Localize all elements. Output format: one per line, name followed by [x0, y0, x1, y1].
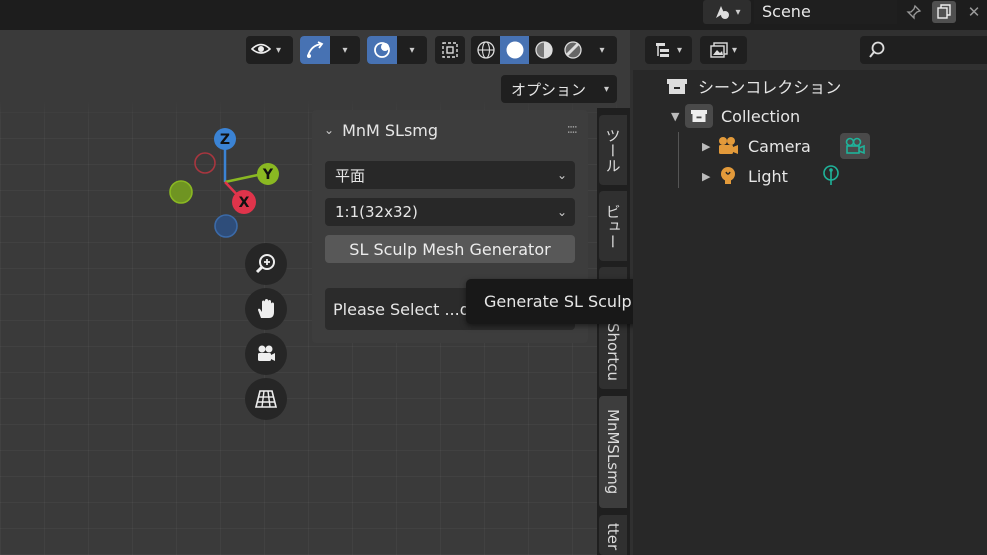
tab-mnmslsmg[interactable]: MnMSLsmg [599, 396, 627, 508]
rendered-sphere-icon [563, 41, 582, 59]
scene-name-field[interactable]: Scene [754, 0, 897, 24]
panel-header[interactable]: ⌄ MnM SLsmg [312, 110, 588, 150]
shape-type-value: 平面 [335, 166, 366, 185]
xray-icon [435, 36, 465, 64]
gizmo-toggle-button[interactable] [300, 36, 330, 64]
camera-object-icon [719, 137, 738, 154]
negative-y-axis-dot[interactable] [169, 180, 193, 204]
tab-item-label: tter [604, 523, 622, 551]
filter-image-icon [710, 42, 728, 58]
negative-x-axis-dot[interactable] [194, 152, 216, 174]
generate-mesh-button[interactable]: SL Sculp Mesh Generator [325, 235, 575, 263]
solid-sphere-icon [506, 41, 523, 59]
collection-row[interactable]: ▼ Collection [671, 102, 800, 130]
tab-shortcuts-label: Shortcu [604, 322, 622, 381]
visibility-selector[interactable]: ▾ [246, 36, 293, 64]
scene-icon [716, 6, 730, 19]
y-axis-label: Y [262, 167, 274, 183]
new-scene-button[interactable] [932, 1, 956, 23]
overlay-dropdown[interactable]: ▾ [397, 36, 427, 64]
shape-type-select[interactable]: 平面 ⌄ [325, 161, 575, 189]
collapsed-triangle-icon[interactable]: ▶ [702, 140, 716, 153]
tab-mnmslsmg-label: MnMSLsmg [604, 409, 622, 495]
rendered-shading-button[interactable] [558, 36, 587, 64]
collection-label: Collection [721, 106, 801, 126]
camera-data-icon[interactable] [840, 133, 870, 159]
chevron-down-icon: ▾ [731, 44, 738, 56]
tab-tool[interactable]: ツール [599, 115, 627, 185]
chevron-down-icon: ▾ [342, 44, 348, 56]
duplicate-icon [937, 4, 951, 19]
outliner-tree-icon [655, 43, 669, 57]
scene-collection-label: シーンコレクション [698, 78, 842, 97]
shading-dropdown[interactable]: ▾ [587, 36, 617, 64]
chevron-down-icon: ▾ [676, 44, 683, 56]
panel-title: MnM SLsmg [342, 120, 439, 140]
grid-perspective-icon [254, 390, 278, 408]
zoom-button[interactable] [245, 243, 287, 285]
chevron-down-icon: ⌄ [324, 123, 335, 137]
close-icon[interactable]: ✕ [962, 1, 986, 23]
wireframe-sphere-icon [476, 41, 495, 59]
tab-tool-label: ツール [603, 127, 622, 173]
drag-grip-icon[interactable]: :::: [566, 122, 577, 137]
outliner-item-light-label: Light [748, 166, 788, 186]
light-data-icon[interactable] [820, 164, 842, 188]
scene-collection-row[interactable]: シーンコレクション [666, 72, 841, 100]
outliner-item-light[interactable]: ▶ Light [702, 162, 842, 190]
camera-view-button[interactable] [245, 333, 287, 375]
solid-shading-button[interactable] [500, 36, 529, 64]
pin-icon[interactable] [902, 1, 926, 23]
outliner-item-camera[interactable]: ▶ Camera [702, 132, 870, 160]
negative-z-axis-dot[interactable] [214, 214, 238, 238]
search-icon [869, 41, 885, 58]
hand-icon [258, 299, 274, 318]
expanded-triangle-icon[interactable]: ▼ [671, 110, 685, 123]
gizmo-toggle-group[interactable]: ▾ [300, 36, 360, 64]
collapsed-triangle-icon[interactable]: ▶ [702, 170, 716, 183]
light-object-icon [721, 167, 735, 184]
pan-button[interactable] [245, 288, 287, 330]
chevron-down-icon: ▾ [276, 44, 282, 56]
z-axis-label: Z [220, 132, 230, 148]
outliner-search-input[interactable] [860, 36, 987, 64]
xray-toggle-button[interactable] [435, 36, 465, 64]
shading-mode-group[interactable]: ▾ [471, 36, 617, 64]
x-axis-label: X [239, 195, 250, 211]
outliner-item-camera-label: Camera [748, 136, 811, 156]
display-mode-dropdown[interactable]: ▾ [645, 36, 692, 64]
chevron-down-icon: ▾ [409, 44, 415, 56]
zoom-icon [255, 254, 275, 274]
overlay-icon [374, 42, 390, 58]
filter-dropdown[interactable]: ▾ [700, 36, 747, 64]
tab-item[interactable]: tter [599, 515, 627, 555]
collection-box-icon [667, 79, 687, 94]
chevron-down-icon: ⌄ [556, 168, 567, 182]
material-sphere-icon [534, 41, 553, 59]
chevron-down-icon: ▾ [735, 6, 741, 18]
material-shading-button[interactable] [529, 36, 558, 64]
chevron-down-icon: ▾ [599, 44, 605, 56]
tree-line [678, 132, 679, 188]
camera-icon [258, 345, 275, 361]
chevron-down-icon: ▾ [603, 83, 609, 95]
mesh-size-value: 1:1(32x32) [335, 203, 418, 221]
eye-pointer-icon [246, 36, 276, 64]
chevron-down-icon: ⌄ [556, 205, 567, 219]
options-label: オプション [511, 80, 587, 99]
collection-icon [685, 104, 713, 128]
gizmo-icon [307, 41, 324, 58]
gizmo-dropdown[interactable]: ▾ [330, 36, 360, 64]
wireframe-shading-button[interactable] [471, 36, 500, 64]
overlay-toggle-button[interactable] [367, 36, 397, 64]
tab-view[interactable]: ビュー [599, 191, 627, 261]
scene-selector-button[interactable]: ▾ [703, 0, 751, 24]
tab-view-label: ビュー [603, 203, 622, 249]
overlay-toggle-group[interactable]: ▾ [367, 36, 427, 64]
navigation-gizmo[interactable]: Z Y X [160, 122, 290, 242]
perspective-toggle-button[interactable] [245, 378, 287, 420]
mesh-size-select[interactable]: 1:1(32x32) ⌄ [325, 198, 575, 226]
options-dropdown[interactable]: オプション ▾ [501, 75, 617, 103]
